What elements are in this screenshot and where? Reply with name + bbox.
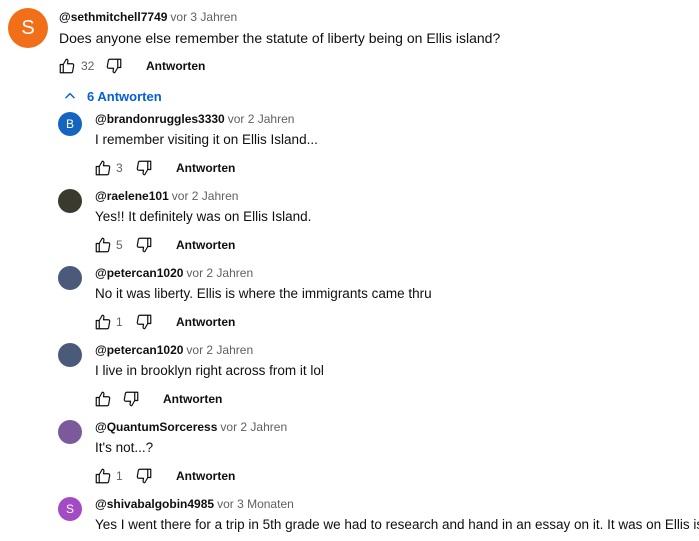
author-name[interactable]: @raelene101	[95, 189, 169, 203]
reply-button[interactable]: Antworten	[176, 161, 235, 175]
author-name[interactable]: @shivabalgobin4985	[95, 497, 214, 511]
like-count: 1	[116, 315, 123, 329]
thumbs-down-icon	[136, 237, 152, 253]
thumbs-up-icon	[95, 237, 111, 253]
like-count: 32	[81, 59, 95, 73]
reply-button[interactable]: Antworten	[176, 469, 235, 483]
thumbs-down-icon	[123, 391, 139, 407]
avatar[interactable]: B	[58, 112, 82, 136]
thumbs-up-icon	[95, 468, 111, 484]
avatar-letter: B	[65, 117, 74, 131]
avatar[interactable]	[58, 420, 82, 444]
comment-header: @petercan1020 vor 2 Jahren	[95, 266, 253, 280]
like-button[interactable]	[93, 389, 113, 409]
reply-button[interactable]: Antworten	[176, 238, 235, 252]
avatar[interactable]	[58, 266, 82, 290]
comment-time[interactable]: vor 3 Monaten	[217, 497, 294, 511]
comment-text: No it was liberty. Ellis is where the im…	[95, 286, 432, 301]
author-name[interactable]: @brandonruggles3330	[95, 112, 225, 126]
chevron-up-icon	[63, 89, 77, 103]
like-count: 3	[116, 161, 123, 175]
thumbs-down-icon	[136, 160, 152, 176]
comment-actions: Antworten	[93, 389, 353, 413]
dislike-button[interactable]	[134, 235, 154, 255]
comment-actions: 1 Antworten	[93, 312, 353, 336]
comment-text: It's not...?	[95, 440, 154, 455]
comment-time[interactable]: vor 2 Jahren	[172, 189, 239, 203]
avatar[interactable]	[58, 189, 82, 213]
dislike-button[interactable]	[134, 466, 154, 486]
comment-actions: 3 Antworten	[93, 158, 353, 182]
thumbs-up-icon	[95, 160, 111, 176]
avatar[interactable]: S	[58, 497, 82, 521]
comment-text: I live in brooklyn right across from it …	[95, 363, 324, 378]
comment-actions: 5 Antworten	[93, 235, 353, 259]
dislike-button[interactable]	[134, 158, 154, 178]
comment-time[interactable]: vor 3 Jahren	[170, 10, 237, 24]
avatar[interactable]: S	[8, 8, 48, 48]
thumbs-down-icon	[136, 468, 152, 484]
like-button[interactable]	[93, 466, 113, 486]
comment-header: @sethmitchell7749 vor 3 Jahren	[59, 10, 237, 24]
reply-button[interactable]: Antworten	[146, 59, 205, 73]
avatar[interactable]	[58, 343, 82, 367]
comment-text: Yes!! It definitely was on Ellis Island.	[95, 209, 312, 224]
comment-text: Yes I went there for a trip in 5th grade…	[95, 517, 699, 532]
thumbs-up-icon	[95, 391, 111, 407]
comment-time[interactable]: vor 2 Jahren	[228, 112, 295, 126]
author-name[interactable]: @QuantumSorceress	[95, 420, 217, 434]
comment-time[interactable]: vor 2 Jahren	[186, 343, 253, 357]
comment-actions: 1 Antworten	[93, 466, 353, 490]
replies-toggle-button[interactable]: 6 Antworten	[63, 87, 162, 105]
like-button[interactable]	[57, 56, 77, 76]
author-name[interactable]: @sethmitchell7749	[59, 10, 167, 24]
like-count: 1	[116, 469, 123, 483]
author-name[interactable]: @petercan1020	[95, 266, 183, 280]
comment-time[interactable]: vor 2 Jahren	[186, 266, 253, 280]
dislike-button[interactable]	[104, 56, 124, 76]
replies-count-label: 6 Antworten	[87, 88, 162, 104]
thumbs-up-icon	[95, 314, 111, 330]
like-count: 5	[116, 238, 123, 252]
comment-header: @QuantumSorceress vor 2 Jahren	[95, 420, 287, 434]
dislike-button[interactable]	[121, 389, 141, 409]
author-name[interactable]: @petercan1020	[95, 343, 183, 357]
comment-header: @brandonruggles3330 vor 2 Jahren	[95, 112, 294, 126]
like-button[interactable]	[93, 158, 113, 178]
thumbs-down-icon	[106, 58, 122, 74]
reply-button[interactable]: Antworten	[176, 315, 235, 329]
thumbs-down-icon	[136, 314, 152, 330]
thumbs-up-icon	[59, 58, 75, 74]
like-button[interactable]	[93, 235, 113, 255]
comment-header: @petercan1020 vor 2 Jahren	[95, 343, 253, 357]
comment-header: @shivabalgobin4985 vor 3 Monaten	[95, 497, 294, 511]
reply-button[interactable]: Antworten	[163, 392, 222, 406]
dislike-button[interactable]	[134, 312, 154, 332]
avatar-letter: S	[65, 502, 74, 516]
comment-actions: 32 Antworten	[57, 56, 357, 80]
comment-time[interactable]: vor 2 Jahren	[220, 420, 287, 434]
like-button[interactable]	[93, 312, 113, 332]
comment-text: I remember visiting it on Ellis Island..…	[95, 132, 318, 147]
comment-text: Does anyone else remember the statute of…	[59, 30, 501, 46]
avatar-letter: S	[21, 16, 35, 39]
comment-header: @raelene101 vor 2 Jahren	[95, 189, 238, 203]
